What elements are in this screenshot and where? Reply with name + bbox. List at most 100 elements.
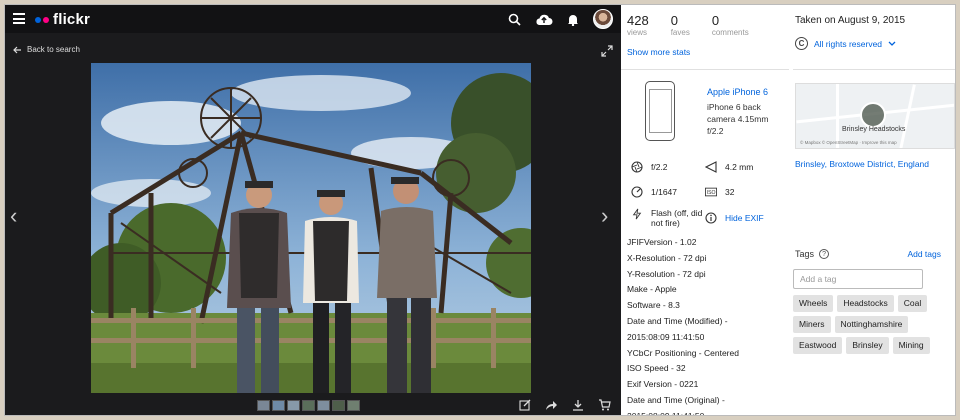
photo-actions: [519, 399, 611, 411]
previous-photo-arrow[interactable]: ‹: [10, 205, 17, 227]
thumbnail[interactable]: [332, 400, 345, 411]
phone-icon: [645, 81, 675, 141]
share-icon[interactable]: [545, 399, 558, 411]
photo-illustration: [91, 63, 531, 393]
chevron-down-icon: [888, 41, 896, 46]
tags-header: Tags ? Add tags: [795, 249, 941, 259]
exif-focal-length: 4.2 mm: [705, 161, 753, 173]
focal-length-value: 4.2 mm: [725, 162, 754, 172]
hide-exif-label: Hide EXIF: [725, 213, 764, 223]
iso-value: 32: [725, 187, 735, 197]
tag-chip[interactable]: Eastwood: [793, 337, 843, 354]
tag-chip[interactable]: Coal: [897, 295, 928, 312]
tag-chip[interactable]: Headstocks: [837, 295, 894, 312]
menu-icon[interactable]: [13, 13, 25, 24]
browser-frame: flickr Back to search ‹ › 428 views 0 fa…: [4, 4, 956, 416]
back-to-search-link[interactable]: Back to search: [13, 45, 80, 54]
stat-label: comments: [711, 28, 749, 37]
avatar[interactable]: [593, 9, 613, 29]
exif-detail-row: Exif Version - 0221: [627, 379, 699, 390]
exif-detail-row: Y-Resolution - 72 dpi: [627, 268, 706, 279]
top-icons: [508, 9, 613, 29]
tags-title: Tags: [795, 249, 815, 259]
flickr-logo[interactable]: flickr: [35, 11, 90, 28]
photo-stats: 428 views 0 faves 0 comments: [627, 13, 749, 37]
exif-details: JFIFVersion - 1.02 X-Resolution - 72 dpi…: [627, 235, 767, 416]
next-photo-arrow[interactable]: ›: [601, 205, 608, 227]
flash-value: Flash (off, did not fire): [651, 208, 703, 228]
shutter-value: 1/1647: [651, 187, 677, 197]
thumbnail[interactable]: [257, 400, 270, 411]
camera-name-link[interactable]: Apple iPhone 6: [707, 87, 768, 97]
copyright-icon: C: [795, 37, 808, 50]
thumbnail[interactable]: [287, 400, 300, 411]
camera-spec: iPhone 6 back camera 4.15mm f/2.2: [707, 102, 769, 136]
info-panel: 428 views 0 faves 0 comments Show more s…: [621, 5, 955, 416]
tag-list: Wheels Headstocks Coal Miners Nottingham…: [793, 295, 953, 354]
aperture-icon: [631, 161, 643, 173]
show-more-stats-link[interactable]: Show more stats: [627, 47, 690, 57]
exif-detail-row: YCbCr Positioning - Centered: [627, 347, 739, 358]
logo-dot-pink: [43, 16, 49, 23]
stat-faves: 0 faves: [671, 13, 690, 37]
main-photo[interactable]: [91, 63, 531, 393]
map-label: Brinsley Headstocks: [842, 126, 906, 133]
info-icon: [705, 212, 717, 224]
thumbnail-strip: [257, 400, 360, 411]
location-link[interactable]: Brinsley, Broxtowe District, England: [795, 159, 929, 169]
license-label: All rights reserved: [814, 38, 883, 49]
shutter-speed-icon: [631, 186, 643, 198]
add-tags-link[interactable]: Add tags: [907, 249, 941, 259]
add-tag-input[interactable]: [793, 269, 923, 289]
exif-detail-row: Date and Time (Modified) - 2015:08:09 11…: [627, 315, 728, 342]
thumbnail[interactable]: [347, 400, 360, 411]
tag-chip[interactable]: Nottinghamshire: [834, 316, 909, 333]
edit-icon[interactable]: [519, 399, 531, 411]
location-map[interactable]: Brinsley Headstocks © Mapbox © OpenStree…: [795, 83, 955, 149]
stat-number: 0: [711, 13, 720, 28]
tag-chip[interactable]: Brinsley: [846, 337, 889, 354]
exif-detail-row: Software - 8.3: [627, 300, 680, 311]
exif-flash: Flash (off, did not fire): [631, 208, 707, 228]
stat-label: faves: [670, 28, 690, 37]
download-icon[interactable]: [572, 399, 584, 411]
cart-icon[interactable]: [598, 399, 611, 411]
stat-label: views: [627, 28, 648, 37]
stat-number: 428: [627, 13, 649, 28]
logo-dot-blue: [35, 16, 41, 23]
thumbnail[interactable]: [302, 400, 315, 411]
top-bar: flickr: [5, 5, 621, 33]
thumbnail[interactable]: [272, 400, 285, 411]
exif-shutter: 1/1647: [631, 186, 677, 198]
exif-detail-row: JFIFVersion - 1.02: [627, 237, 697, 247]
bell-icon[interactable]: [567, 13, 579, 26]
arrow-left-icon: [13, 46, 21, 53]
stat-views: 428 views: [627, 13, 649, 37]
tag-chip[interactable]: Miners: [793, 316, 831, 333]
hide-exif-toggle[interactable]: Hide EXIF: [705, 212, 764, 224]
divider: [621, 69, 789, 70]
thumbnail[interactable]: [317, 400, 330, 411]
tags-title-group: Tags ?: [795, 249, 830, 259]
search-icon[interactable]: [508, 13, 521, 26]
tag-chip[interactable]: Wheels: [793, 295, 834, 312]
exif-detail-row: ISO Speed - 32: [627, 363, 686, 374]
tag-chip[interactable]: Mining: [892, 337, 930, 354]
exif-detail-row: Date and Time (Original) - 2015:08:09 11…: [627, 394, 725, 416]
map-pin-icon: [860, 102, 886, 128]
upload-icon[interactable]: [535, 13, 553, 26]
aperture-value: f/2.2: [651, 162, 668, 172]
fullscreen-icon[interactable]: [601, 45, 613, 57]
focal-length-icon: [705, 161, 717, 173]
brand-name: flickr: [53, 11, 91, 28]
back-label: Back to search: [27, 45, 80, 54]
help-icon[interactable]: ?: [819, 249, 830, 259]
photo-viewer: flickr Back to search ‹ ›: [5, 5, 621, 415]
map-road: [899, 84, 916, 148]
stat-comments: 0 comments: [712, 13, 749, 37]
viewer-bottom-bar: [5, 397, 621, 415]
exif-aperture: f/2.2: [631, 161, 668, 173]
iso-icon: ISO: [705, 187, 717, 197]
divider: [793, 69, 955, 70]
license-dropdown[interactable]: C All rights reserved: [795, 37, 896, 50]
